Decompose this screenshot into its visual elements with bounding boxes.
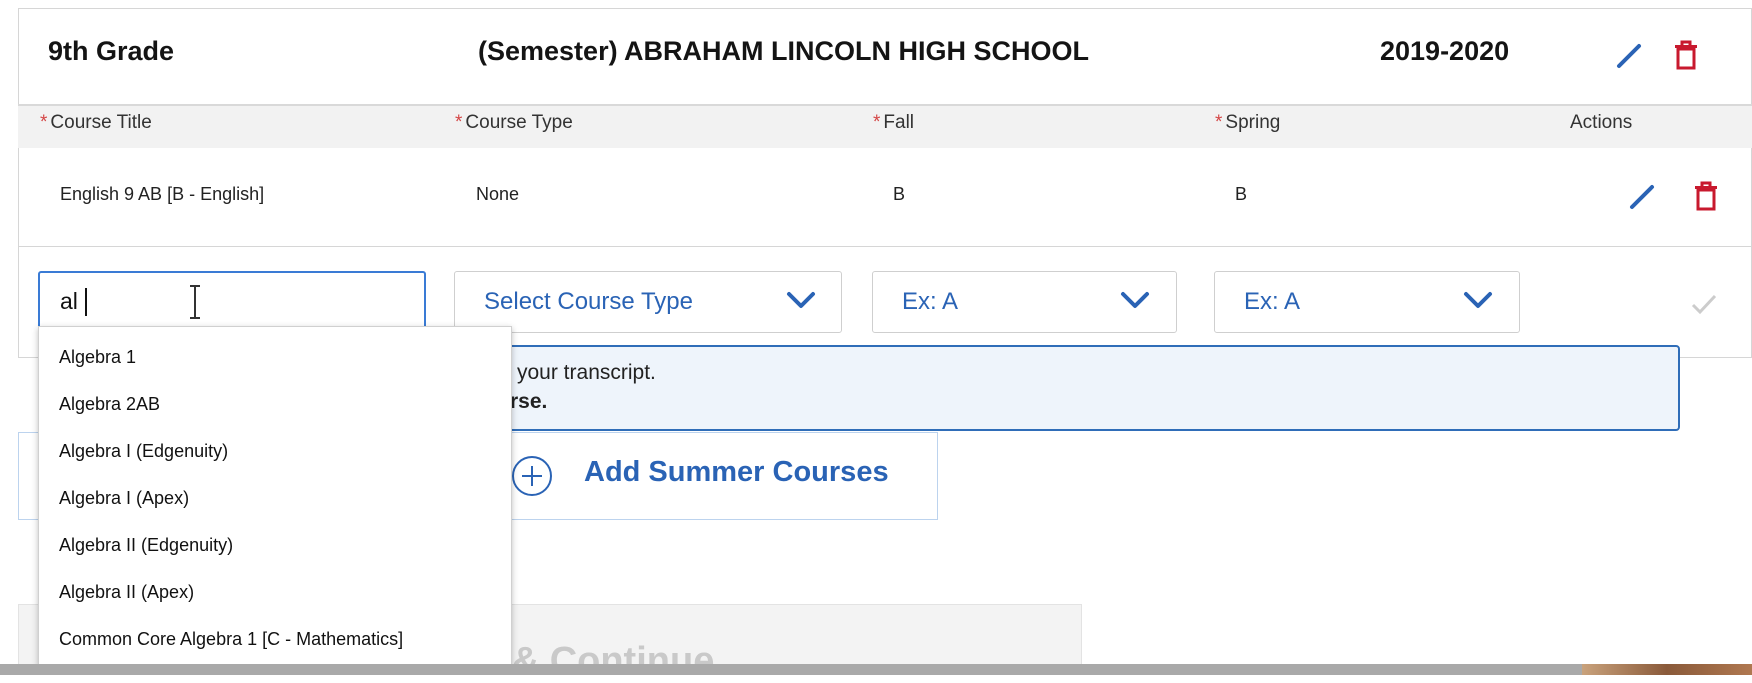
school-year: 2019-2020 (1380, 36, 1510, 66)
required-star-icon: * (455, 112, 463, 133)
save-continue-label: e & Continue (480, 640, 715, 682)
course-title-cell: English 9 AB [B - English] (60, 184, 265, 204)
fall-grade-cell: B (893, 184, 906, 204)
autocomplete-option[interactable]: Common Core Algebra 1 [C - Mathematics] (59, 629, 403, 650)
required-star-icon: * (873, 112, 881, 133)
edit-semester-icon[interactable] (1615, 40, 1645, 70)
course-type-select-label: Select Course Type (484, 288, 694, 315)
info-message (470, 345, 1680, 431)
autocomplete-option[interactable]: Algebra I (Edgenuity) (59, 441, 228, 462)
autocomplete-option[interactable]: Algebra 2AB (59, 394, 160, 415)
edit-course-icon[interactable] (1628, 181, 1658, 211)
column-course-type: * Course Type (455, 112, 573, 133)
spring-grade-cell: B (1235, 184, 1248, 204)
bottom-bar (0, 664, 1752, 675)
autocomplete-option[interactable]: Algebra 1 (59, 347, 136, 368)
school-name: (Semester) ABRAHAM LINCOLN HIGH SCHOOL (478, 36, 1090, 66)
course-title-input-value: al (60, 288, 78, 314)
autocomplete-option[interactable]: Algebra II (Edgenuity) (59, 535, 233, 556)
info-line-1: your transcript. (517, 361, 656, 384)
chevron-down-icon (1120, 290, 1150, 310)
spring-grade-select-label: Ex: A (1244, 288, 1301, 315)
chevron-down-icon (1463, 290, 1493, 310)
course-title-input[interactable] (38, 271, 426, 333)
autocomplete-option[interactable]: Algebra II (Apex) (59, 582, 194, 603)
column-actions: Actions (1570, 112, 1633, 133)
fall-grade-select-label: Ex: A (902, 288, 959, 315)
plus-circle-icon (510, 454, 554, 498)
grade-title: 9th Grade (48, 36, 175, 66)
column-course-title: * Course Title (40, 112, 152, 133)
chevron-down-icon (786, 290, 816, 310)
delete-semester-icon[interactable] (1673, 40, 1699, 70)
info-line-2: rse. (510, 390, 548, 413)
course-type-cell: None (476, 184, 520, 204)
add-summer-courses-label: Add Summer Courses (584, 456, 889, 488)
column-spring: * Spring (1215, 112, 1281, 133)
required-star-icon: * (1215, 112, 1223, 133)
autocomplete-option[interactable]: Algebra I (Apex) (59, 488, 189, 509)
text-caret (85, 288, 87, 316)
delete-course-icon[interactable] (1693, 181, 1719, 211)
column-fall: * Fall (873, 112, 915, 133)
corner-photo (1582, 664, 1752, 675)
required-star-icon: * (40, 112, 48, 133)
row-divider (18, 246, 1752, 247)
text-cursor-icon (187, 284, 203, 320)
confirm-check-icon[interactable] (1690, 292, 1718, 316)
course-autocomplete-list: Algebra 1 Algebra 2AB Algebra I (Edgenui… (38, 326, 512, 666)
